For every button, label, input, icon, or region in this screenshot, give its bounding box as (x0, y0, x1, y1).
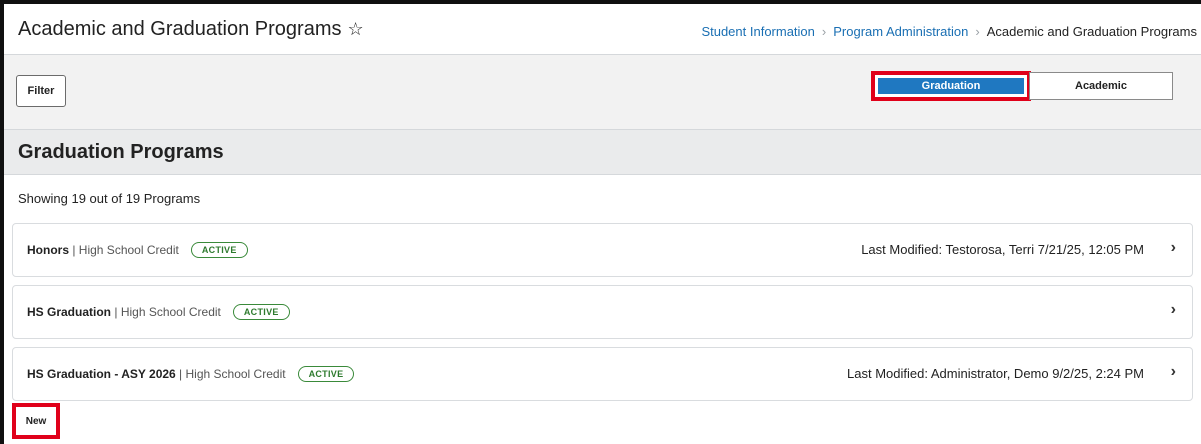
last-modified: Last Modified: Testorosa, Terri 7/21/25,… (861, 242, 1144, 257)
program-row[interactable]: Honors | High School Credit ACTIVE Last … (12, 223, 1193, 277)
page-title: Academic and Graduation Programs ☆ (18, 18, 364, 41)
program-name: HS Graduation - ASY 2026 (27, 367, 176, 381)
star-icon[interactable]: ☆ (348, 19, 364, 39)
program-info: HS Graduation - ASY 2026 | High School C… (27, 366, 355, 382)
status-badge: ACTIVE (232, 304, 290, 320)
chevron-right-icon[interactable]: › (1171, 239, 1176, 257)
graduation-toggle-button[interactable]: Graduation (871, 71, 1031, 101)
program-list: Honors | High School Credit ACTIVE Last … (12, 223, 1193, 409)
filter-button[interactable]: Filter (16, 75, 66, 107)
new-button[interactable]: New (12, 403, 60, 439)
program-name: Honors (27, 243, 69, 257)
section-header: Graduation Programs (4, 130, 1201, 175)
program-type-text: High School Credit (185, 367, 286, 381)
program-type-text: High School Credit (78, 243, 179, 257)
chevron-right-icon: › (821, 24, 827, 39)
section-title: Graduation Programs (18, 141, 224, 163)
status-badge: ACTIVE (190, 242, 248, 258)
program-row[interactable]: HS Graduation | High School Credit ACTIV… (12, 285, 1193, 339)
status-badge: ACTIVE (297, 366, 355, 382)
program-type: | High School Credit (111, 305, 221, 319)
program-type-toggle: Graduation Academic (871, 71, 1173, 101)
program-info: Honors | High School Credit ACTIVE (27, 242, 248, 258)
graduation-toggle-label: Graduation (878, 78, 1024, 94)
program-row[interactable]: HS Graduation - ASY 2026 | High School C… (12, 347, 1193, 401)
chevron-right-icon: › (975, 24, 980, 39)
page-title-text: Academic and Graduation Programs (18, 18, 342, 40)
last-modified: Last Modified: Administrator, Demo 9/2/2… (847, 366, 1144, 381)
results-summary: Showing 19 out of 19 Programs (18, 191, 201, 206)
academic-toggle-button[interactable]: Academic (1029, 72, 1173, 100)
breadcrumb-student-information[interactable]: Student Information (701, 24, 814, 39)
program-name: HS Graduation (27, 305, 112, 319)
toolbar: Filter Graduation Academic (4, 55, 1201, 130)
program-type: | High School Credit (69, 243, 179, 257)
program-type-text: High School Credit (120, 305, 221, 319)
breadcrumb: Student Information › Program Administrati… (701, 24, 1197, 39)
program-info: HS Graduation | High School Credit ACTIV… (27, 304, 290, 320)
chevron-right-icon[interactable]: › (1171, 363, 1176, 381)
chevron-right-icon[interactable]: › (1171, 301, 1176, 319)
page-header: Academic and Graduation Programs ☆ Studen… (4, 4, 1201, 55)
program-type: | High School Credit (175, 367, 286, 381)
breadcrumb-current: Academic and Graduation Programs (986, 24, 1197, 39)
breadcrumb-program-administration[interactable]: Program Administration (833, 24, 968, 39)
